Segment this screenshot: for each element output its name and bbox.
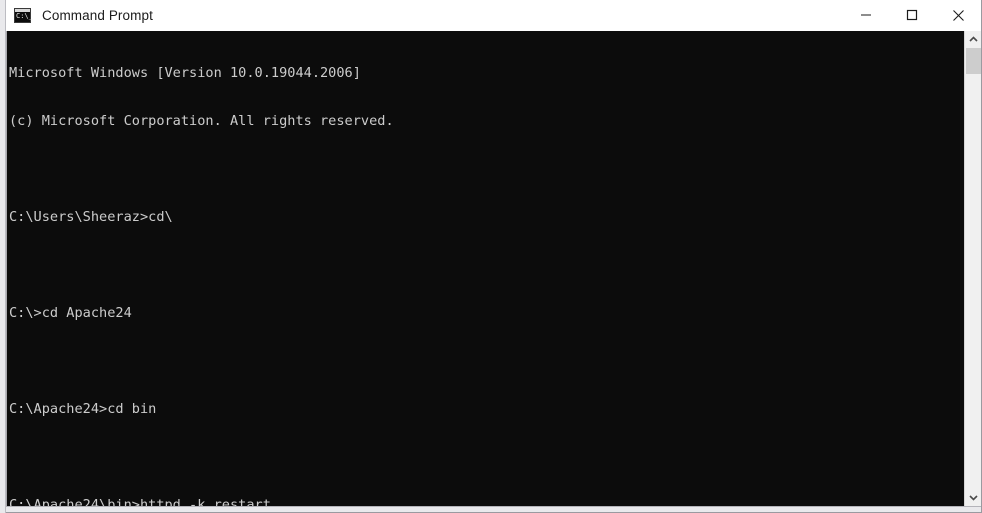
window-title: Command Prompt [42,7,153,23]
command-prompt-icon: C:\_ [14,7,33,23]
scrollbar-track[interactable] [965,48,981,489]
console-output[interactable]: Microsoft Windows [Version 10.0.19044.20… [7,31,964,506]
scroll-up-button[interactable] [964,31,981,48]
command-prompt-window: C:\_ Command Prompt Microsoft Windows [V… [6,0,982,513]
maximize-icon [906,9,918,21]
window-bottom-frame [6,506,981,512]
maximize-button[interactable] [889,0,935,30]
scrollbar-thumb[interactable] [966,48,981,74]
minimize-button[interactable] [843,0,889,30]
console-line: Microsoft Windows [Version 10.0.19044.20… [9,65,361,81]
console-line: C:\Apache24>cd bin [9,401,157,417]
chevron-up-icon [968,36,978,43]
vertical-scrollbar[interactable] [964,31,981,506]
command-prompt-icon-glyph: C:\_ [16,11,33,20]
close-icon [952,9,965,22]
title-bar[interactable]: C:\_ Command Prompt [6,0,981,31]
console-line: (c) Microsoft Corporation. All rights re… [9,113,394,129]
console-area[interactable]: Microsoft Windows [Version 10.0.19044.20… [6,31,981,506]
minimize-icon [860,9,872,21]
scroll-down-button[interactable] [964,489,981,506]
console-line: C:\>cd Apache24 [9,305,132,321]
chevron-down-icon [968,494,978,501]
window-controls [843,0,981,30]
close-button[interactable] [935,0,981,30]
console-line: C:\Users\Sheeraz>cd\ [9,209,173,225]
console-line: C:\Apache24\bin>httpd -k restart [9,497,271,506]
